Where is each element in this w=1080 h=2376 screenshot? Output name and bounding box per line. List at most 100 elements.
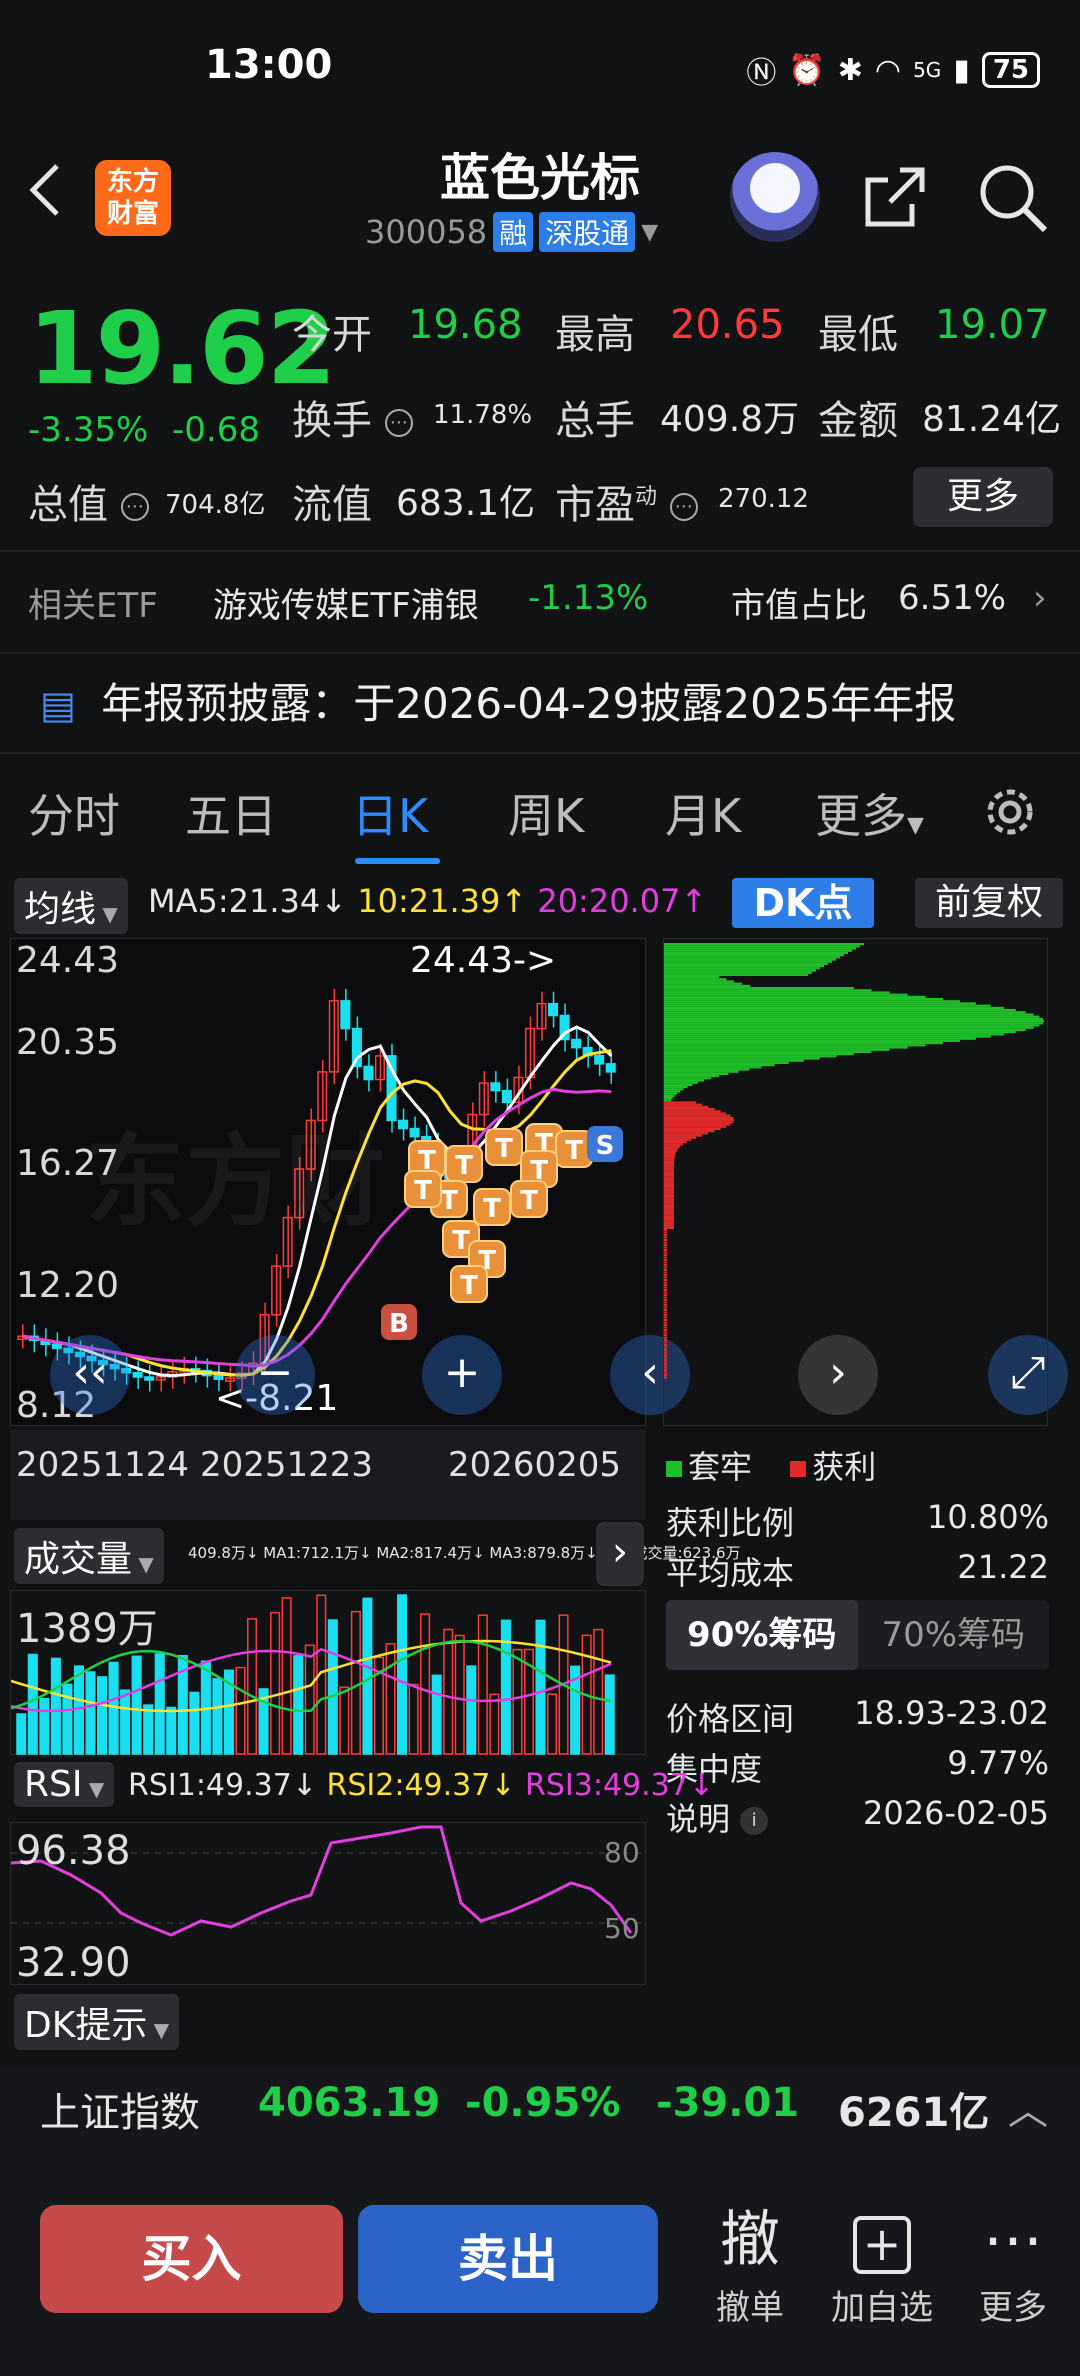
chevron-up-icon[interactable]: ︿ [1008, 2078, 1048, 2136]
volume-bar [350, 1610, 361, 1755]
mktcap-label[interactable]: 总值 ⋯ [28, 472, 149, 530]
tab-indicator [355, 858, 440, 864]
more-button[interactable]: ⋯ 更多 [968, 2200, 1058, 2329]
cancel-order-icon: 撤 [720, 2205, 780, 2275]
chip-bar [664, 960, 832, 963]
chip-bar [664, 1369, 667, 1371]
stock-code-row[interactable]: 300058 融 深股通 ▼ [365, 212, 658, 252]
t-marker: T [445, 1145, 483, 1183]
battery-icon: 75 [981, 52, 1040, 88]
tab-chip-90[interactable]: 90%筹码 [666, 1600, 858, 1670]
tab-five-day[interactable]: 五日 [185, 780, 277, 846]
chip-bar [664, 1165, 675, 1168]
chip-bar [664, 1291, 667, 1294]
svg-text:T: T [440, 1186, 458, 1216]
chip-bar [664, 1314, 667, 1316]
tab-monthly-k[interactable]: 月K [665, 780, 741, 846]
volume-bar [385, 1643, 396, 1755]
chip-bar [664, 947, 856, 950]
volume-bar [304, 1644, 315, 1755]
volume-value: 409.8万 [660, 399, 800, 440]
chip-bar [664, 1081, 698, 1084]
cancel-order-button[interactable]: 撤 撤单 [705, 2200, 795, 2329]
zoom-reset-button[interactable]: ‹‹ [50, 1335, 130, 1415]
related-etf-row[interactable]: 相关ETF 游戏传媒ETF浦银 -1.13% 市值占比 6.51% › [28, 578, 1058, 627]
gear-icon[interactable] [980, 782, 1040, 842]
dk-tip-dropdown[interactable]: DK提示 ▼ [14, 1994, 180, 2050]
tab-intraday[interactable]: 分时 [28, 780, 120, 846]
volume-dropdown[interactable]: 成交量 ▼ [14, 1528, 164, 1584]
chip-bar [664, 971, 812, 974]
tab-weekly-k[interactable]: 周K [508, 780, 584, 846]
volume-bar [477, 1614, 488, 1755]
chip-bar [664, 1299, 667, 1301]
more-quote-button[interactable]: 更多 [913, 467, 1053, 527]
volume-bar [154, 1653, 165, 1755]
high-value: 20.65 [670, 302, 785, 348]
more-icon: ⋯ [983, 2205, 1043, 2275]
candle [501, 1089, 512, 1104]
volume-bar [27, 1653, 38, 1755]
volume-bar [420, 1613, 431, 1755]
etf-share-value: 6.51% [898, 578, 1007, 618]
search-icon[interactable] [975, 160, 1050, 235]
adjust-mode-button[interactable]: 前复权 [915, 878, 1063, 928]
status-time: 13:00 [205, 42, 333, 88]
chip-bar [664, 1119, 734, 1122]
report-notice[interactable]: ▤ 年报预披露：于2026-04-29披露2025年年报 [40, 670, 956, 731]
chip-bar [664, 1169, 675, 1172]
assistant-avatar-icon[interactable] [730, 152, 820, 242]
chip-bar [664, 1304, 667, 1306]
chip-bar [664, 967, 820, 970]
volume-bar [62, 1683, 73, 1755]
float-value: 683.1亿 [396, 483, 536, 524]
ma-legend: MA5:21.34↓ 10:21.39↑ 20:20.07↑ [148, 882, 708, 920]
index-bar[interactable]: 上证指数 4063.19 -0.95% -39.01 6261亿 ︿ [0, 2068, 1080, 2188]
dk-point-button[interactable]: DK点 [732, 878, 874, 928]
chip-bar [664, 1158, 675, 1161]
add-watchlist-icon: + [822, 2200, 942, 2280]
volume-max-label: 1389万 [16, 1606, 158, 1652]
chevron-right-icon[interactable]: › [596, 1522, 644, 1586]
low-label: 最低 [818, 312, 898, 358]
rsi-legend: RSI1:49.37↓ RSI2:49.37↓ RSI3:49.37↓ [128, 1768, 714, 1803]
sell-button[interactable]: 卖出 [358, 2205, 658, 2313]
chip-bar [664, 1334, 667, 1336]
chip-bar [664, 1319, 667, 1321]
date-label: 20251124 [16, 1445, 190, 1485]
tab-daily-k[interactable]: 日K [352, 780, 428, 846]
chip-bar [664, 1103, 702, 1106]
svg-text:T: T [455, 1151, 473, 1181]
share-icon[interactable] [860, 162, 930, 232]
candle [398, 1119, 409, 1130]
chip-bar [664, 1204, 674, 1207]
volume-bar [454, 1634, 465, 1755]
zoom-in-button[interactable]: + [422, 1335, 502, 1415]
buy-button[interactable]: 买入 [40, 2205, 343, 2313]
info-icon: ⋯ [669, 493, 698, 521]
add-watchlist-button[interactable]: + 加自选 [822, 2200, 942, 2329]
chip-bar [664, 1092, 678, 1095]
chip-bar [664, 1108, 715, 1111]
chip-bar [664, 949, 852, 952]
svg-text:T: T [565, 1136, 583, 1166]
note-row[interactable]: 说明 i 2026-02-05 [666, 1794, 1049, 1840]
chip-bar [664, 1033, 1005, 1036]
turnover-label[interactable]: 换手 ⋯ [292, 388, 413, 446]
chip-tabs[interactable]: 90%筹码 70%筹码 [666, 1600, 1049, 1670]
chip-bar [664, 1222, 674, 1225]
tab-chip-70[interactable]: 70%筹码 [858, 1600, 1050, 1670]
zoom-out-button[interactable]: − [235, 1335, 315, 1415]
pe-label[interactable]: 市盈动 ⋯ [555, 472, 698, 530]
chip-bar [664, 954, 844, 957]
chip-bar [664, 1053, 854, 1056]
tab-more[interactable]: 更多▼ [815, 780, 924, 846]
candle [490, 1082, 501, 1092]
volume-bar [166, 1706, 177, 1755]
chip-bar [664, 1359, 667, 1361]
chip-bar [664, 1099, 671, 1102]
chevron-down-icon: ▼ [907, 813, 924, 838]
chip-bar [664, 987, 854, 990]
rsi-dropdown[interactable]: RSI ▼ [14, 1762, 115, 1807]
ma-dropdown[interactable]: 均线 ▼ [14, 878, 128, 934]
